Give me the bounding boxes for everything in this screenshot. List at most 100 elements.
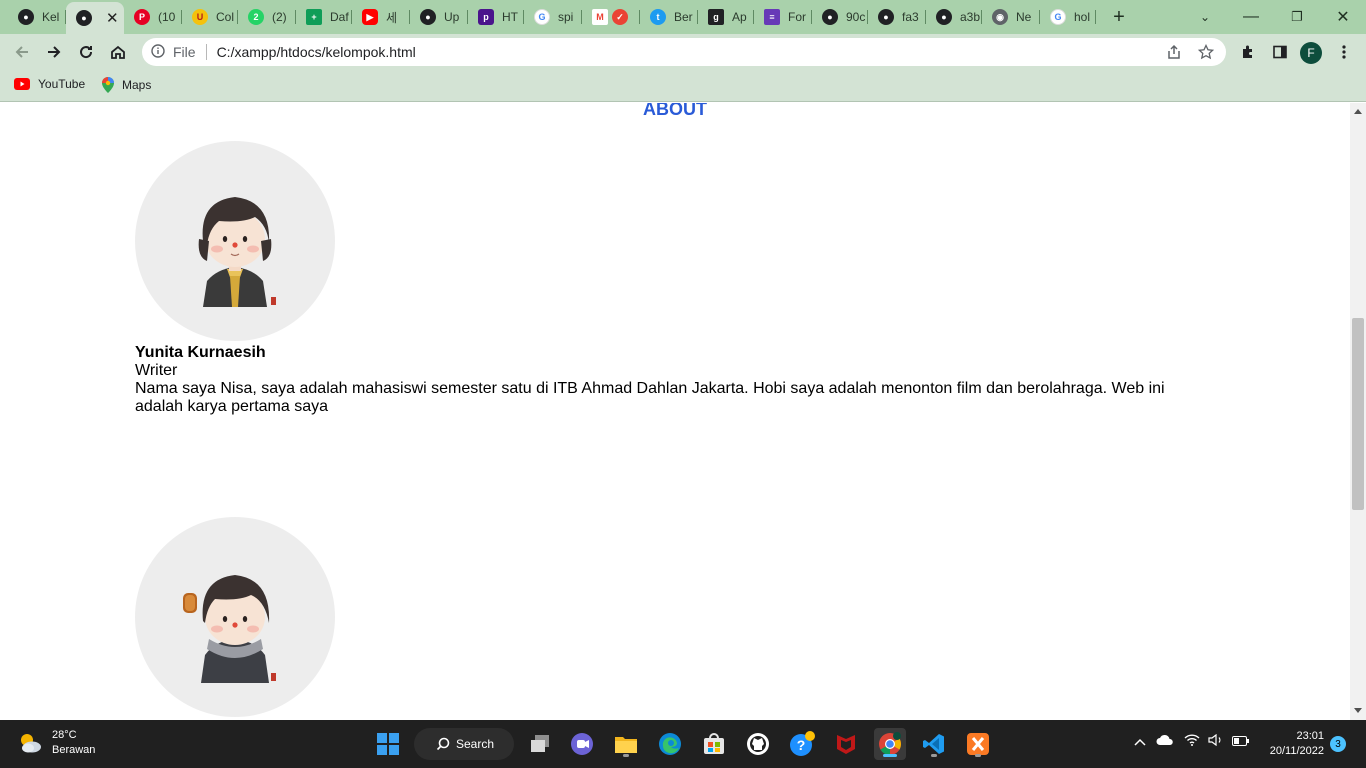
- tab-fa3[interactable]: ● fa3: [868, 4, 926, 30]
- tab-label: Kel: [42, 10, 60, 24]
- teams-chat-icon[interactable]: [566, 728, 598, 760]
- youtube-icon: ▶: [362, 9, 378, 25]
- bookmark-maps[interactable]: Maps: [102, 77, 151, 93]
- tab-ne[interactable]: ◉ Ne: [982, 4, 1040, 30]
- profile-photo: [135, 517, 335, 717]
- show-hidden-icons-chevron-icon[interactable]: [1134, 734, 1146, 749]
- tab-label: For: [788, 10, 806, 24]
- github-icon: ●: [76, 10, 92, 26]
- scroll-down-arrow[interactable]: [1354, 708, 1362, 713]
- reload-button[interactable]: [72, 38, 100, 66]
- github-icon: ●: [420, 9, 436, 25]
- tab-spi[interactable]: G spi: [524, 4, 582, 30]
- tab-search-chevron-icon[interactable]: ⌄: [1192, 4, 1218, 30]
- share-icon[interactable]: [1166, 44, 1182, 63]
- task-view-icon[interactable]: [524, 728, 556, 760]
- search-icon: [436, 737, 450, 751]
- person-role: Writer: [135, 362, 178, 379]
- restore-button[interactable]: ❐: [1282, 4, 1312, 30]
- tab-up[interactable]: ● Up: [410, 4, 468, 30]
- tab-label: Ne: [1016, 10, 1032, 24]
- vscode-icon[interactable]: [918, 728, 950, 760]
- tab-90c[interactable]: ● 90c: [812, 4, 868, 30]
- new-tab-button[interactable]: +: [1106, 4, 1132, 30]
- chrome-icon: ◉: [992, 9, 1008, 25]
- pinterest-icon: P: [134, 9, 150, 25]
- close-window-button[interactable]: ✕: [1328, 4, 1358, 30]
- gmail-icon: M: [592, 9, 608, 25]
- menu-kebab-icon[interactable]: [1330, 38, 1358, 66]
- minimize-button[interactable]: —: [1236, 4, 1266, 30]
- tab-label: (2): [272, 10, 287, 24]
- tab-kel[interactable]: ● Kel: [8, 4, 66, 30]
- notification-badge[interactable]: 3: [1330, 736, 1346, 752]
- maps-pin-icon: [102, 77, 114, 93]
- tab-active[interactable]: ● ✕: [66, 2, 124, 34]
- tab-label: hol: [1074, 10, 1091, 24]
- page-viewport: ABOUT Yunita Kurnaesih Writer Nama saya …: [0, 103, 1350, 720]
- profile-photo: [135, 141, 335, 341]
- weather-widget[interactable]: 28°C Berawan: [16, 728, 95, 758]
- speaker-icon[interactable]: [1208, 733, 1224, 749]
- wifi-icon[interactable]: [1184, 734, 1200, 749]
- tab-twitter[interactable]: t Ber: [640, 4, 698, 30]
- url-text[interactable]: C:/xampp/htdocs/kelompok.html: [217, 44, 416, 60]
- onedrive-cloud-icon[interactable]: [1156, 734, 1174, 749]
- svg-text:?: ?: [797, 737, 806, 753]
- profile-avatar[interactable]: F: [1300, 42, 1322, 64]
- github-icon: ●: [18, 9, 34, 25]
- tab-label: Daf: [330, 10, 349, 24]
- tab-label: 세: [386, 10, 398, 25]
- start-button[interactable]: [372, 728, 404, 760]
- address-bar[interactable]: File C:/xampp/htdocs/kelompok.html: [142, 38, 1226, 66]
- book-icon: p: [478, 9, 494, 25]
- microsoft-store-icon[interactable]: [698, 728, 730, 760]
- tag-icon: ✓: [612, 9, 628, 25]
- scroll-up-arrow[interactable]: [1354, 109, 1362, 114]
- tab-gmail[interactable]: M ✓: [582, 4, 640, 30]
- tab-ap[interactable]: g Ap: [698, 4, 754, 30]
- tab-sheets[interactable]: + Daf: [296, 4, 352, 30]
- tab-youtube[interactable]: ▶ 세: [352, 4, 410, 30]
- chrome-taskbar-icon[interactable]: [874, 728, 906, 760]
- back-button[interactable]: [8, 38, 36, 66]
- tab-a3b[interactable]: ● a3b: [926, 4, 982, 30]
- close-tab-icon[interactable]: ✕: [106, 9, 119, 27]
- page-scrollbar[interactable]: [1350, 103, 1366, 720]
- battery-icon[interactable]: [1232, 734, 1250, 749]
- mcafee-icon[interactable]: [830, 728, 862, 760]
- youtube-icon: [14, 78, 30, 90]
- scroll-thumb[interactable]: [1352, 318, 1364, 510]
- tab-hol[interactable]: G hol: [1040, 4, 1096, 30]
- google-icon: G: [534, 9, 550, 25]
- twitter-icon: t: [650, 9, 666, 25]
- tab-label: Ap: [732, 10, 747, 24]
- weather-temp: 28°C: [52, 729, 77, 741]
- xampp-icon[interactable]: [962, 728, 994, 760]
- bookmark-star-icon[interactable]: [1197, 43, 1215, 63]
- tab-whatsapp[interactable]: 2 (2): [238, 4, 296, 30]
- tab-label: spi: [558, 10, 574, 24]
- edge-browser-icon[interactable]: [654, 728, 686, 760]
- home-button[interactable]: [104, 38, 132, 66]
- tab-forms[interactable]: ≡ For: [754, 4, 812, 30]
- help-icon[interactable]: ?: [786, 728, 818, 760]
- github-desktop-icon[interactable]: [742, 728, 774, 760]
- tab-col[interactable]: U Col: [182, 4, 238, 30]
- mug-icon: U: [192, 9, 208, 25]
- tab-label: 90c: [846, 10, 866, 24]
- bookmark-youtube[interactable]: YouTube: [14, 77, 85, 91]
- tab-ht[interactable]: p HT: [468, 4, 524, 30]
- google-icon: G: [1050, 9, 1066, 25]
- taskbar-clock[interactable]: 23:01 20/11/2022: [1262, 729, 1324, 759]
- extensions-icon[interactable]: [1234, 38, 1262, 66]
- forward-button[interactable]: [40, 38, 68, 66]
- taskbar-search[interactable]: Search: [414, 728, 514, 760]
- tab-label: HT: [502, 10, 518, 24]
- file-explorer-icon[interactable]: [610, 728, 642, 760]
- side-panel-icon[interactable]: [1266, 38, 1294, 66]
- whatsapp-icon: 2: [248, 9, 264, 25]
- tab-pinterest[interactable]: P (10: [124, 4, 182, 30]
- tab-label: a3b: [960, 10, 981, 24]
- site-info-icon[interactable]: [151, 43, 165, 61]
